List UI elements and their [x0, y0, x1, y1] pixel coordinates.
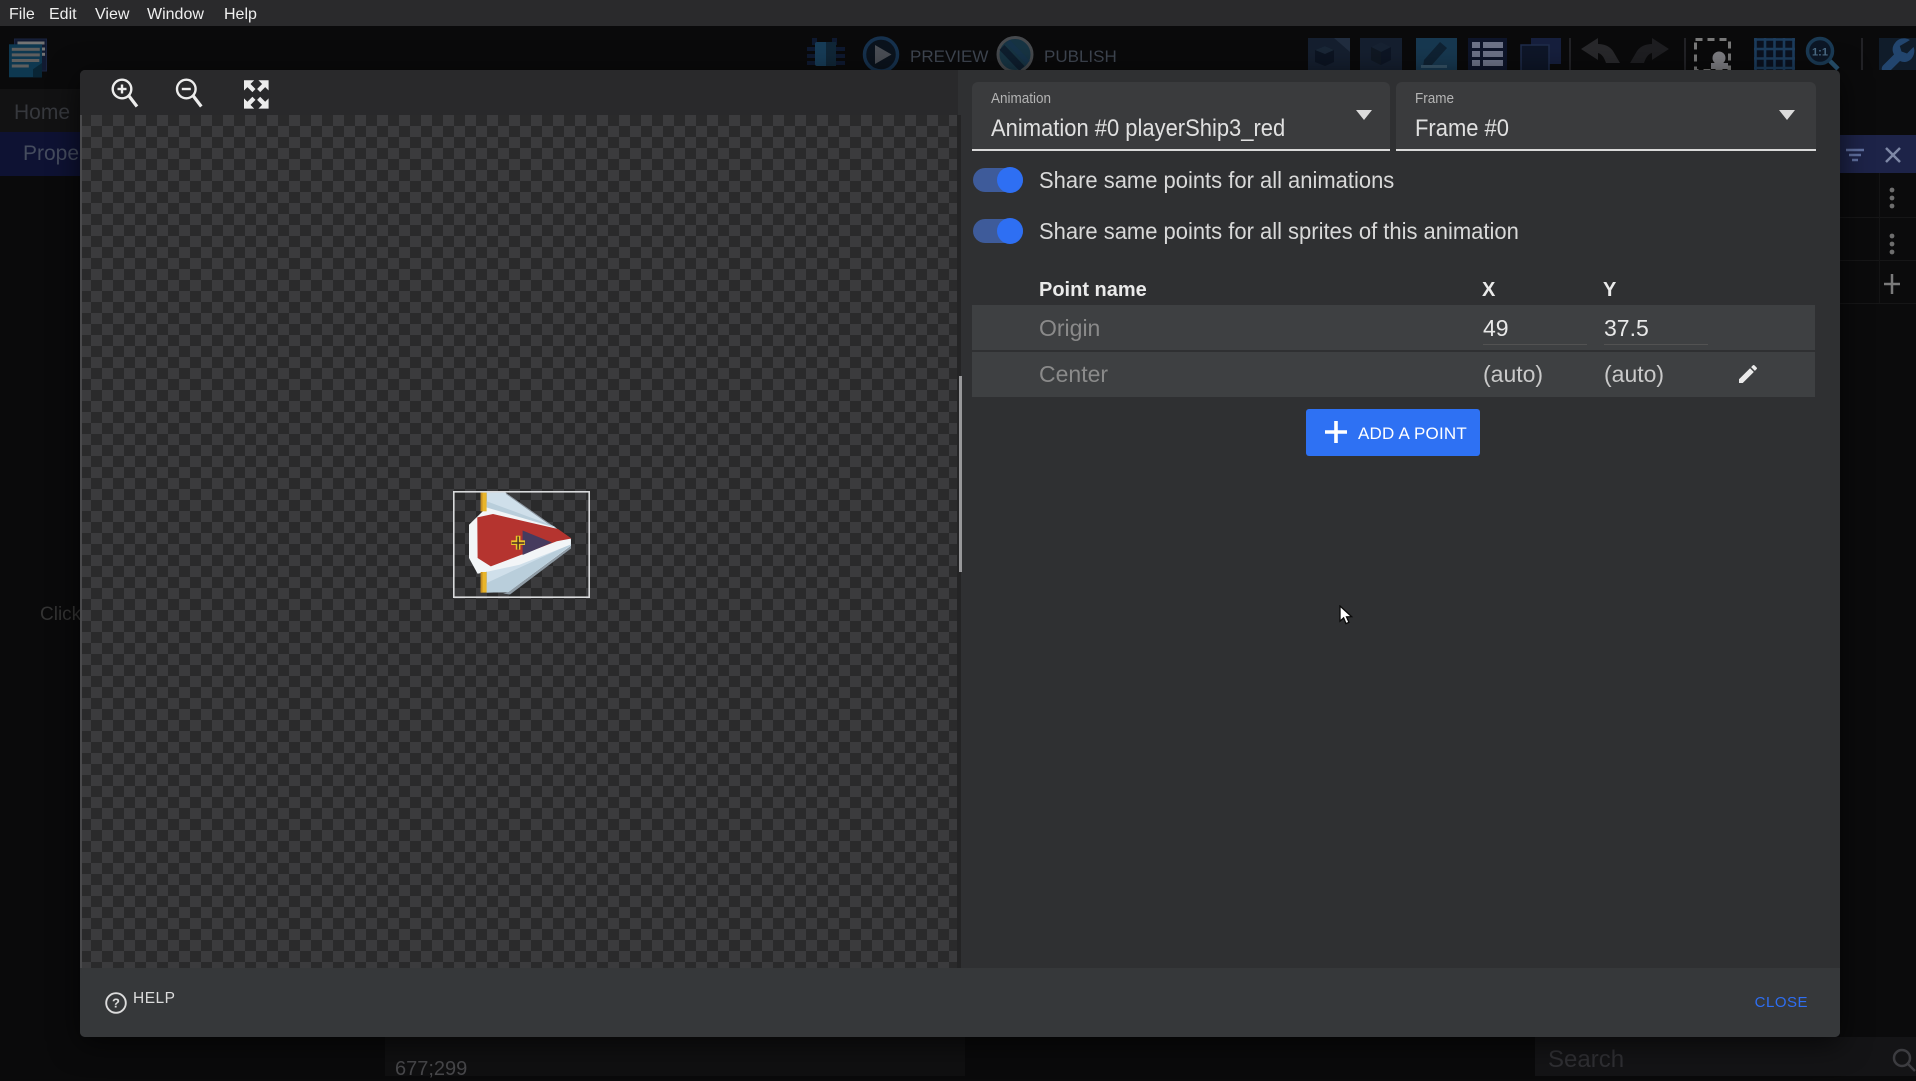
- svg-text:1:1: 1:1: [1812, 47, 1828, 59]
- svg-text:?: ?: [112, 996, 120, 1011]
